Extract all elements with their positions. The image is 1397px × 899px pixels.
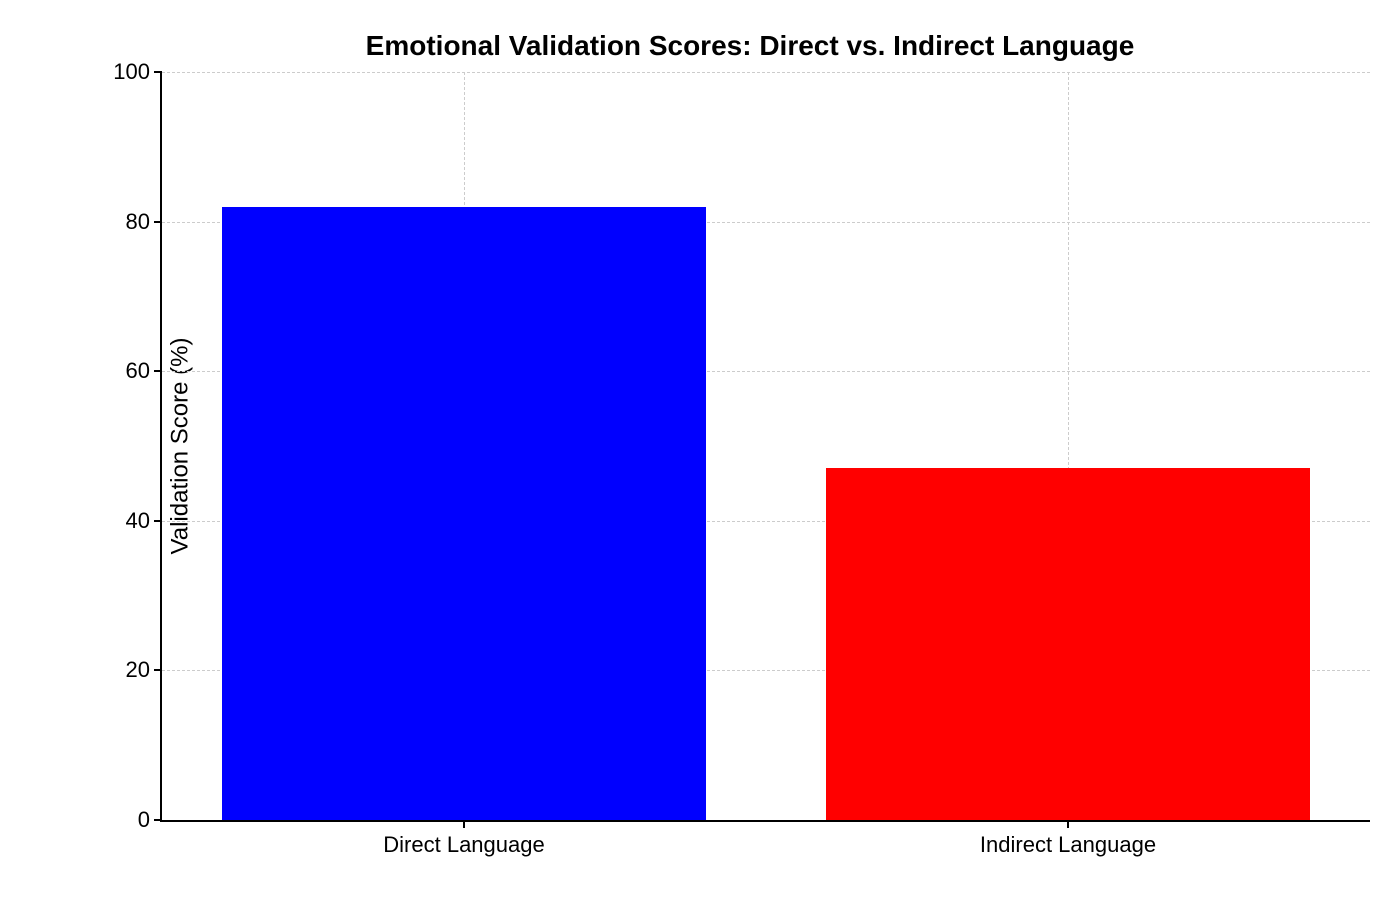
gridline-icon [162, 72, 1370, 73]
bar-indirect-language [826, 468, 1309, 820]
bar-direct-language [222, 207, 705, 820]
plot-area: Validation Score (%) 0 20 40 60 80 [160, 72, 1370, 822]
x-tick-label-0: Direct Language [383, 820, 544, 858]
y-tick-label-60: 60 [126, 358, 162, 384]
bar-fill [826, 468, 1309, 820]
y-axis-label: Validation Score (%) [166, 338, 194, 555]
chart-container: Emotional Validation Scores: Direct vs. … [130, 30, 1370, 870]
x-tick-label-1: Indirect Language [980, 820, 1156, 858]
y-tick-label-20: 20 [126, 657, 162, 683]
chart-title: Emotional Validation Scores: Direct vs. … [130, 30, 1370, 62]
y-tick-label-0: 0 [138, 807, 162, 833]
y-tick-label-80: 80 [126, 209, 162, 235]
y-tick-label-40: 40 [126, 508, 162, 534]
bar-fill [222, 207, 705, 820]
y-tick-label-100: 100 [113, 59, 162, 85]
